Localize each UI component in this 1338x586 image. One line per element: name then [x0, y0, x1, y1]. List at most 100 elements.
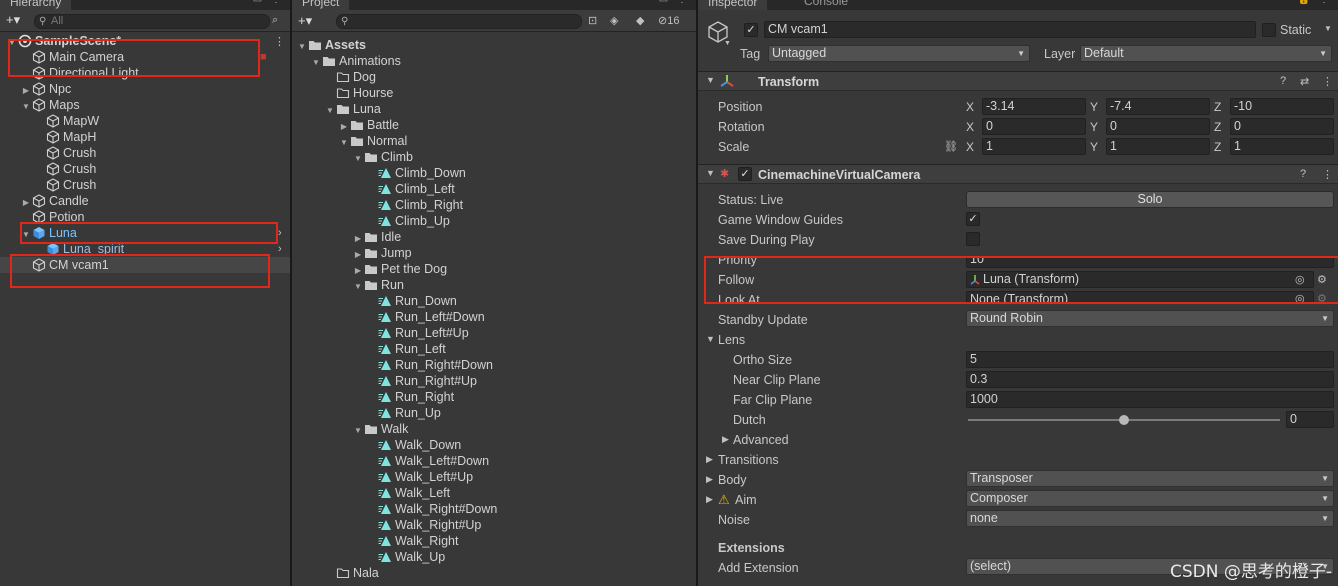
hierarchy-item[interactable]: ▼ SampleScene*: [0, 33, 290, 49]
chevron-right-icon[interactable]: ›: [278, 227, 282, 239]
project-item[interactable]: Dog: [292, 69, 376, 85]
lens-label[interactable]: Lens: [718, 333, 745, 347]
foldout-down-icon[interactable]: ▼: [706, 334, 715, 344]
object-picker-icon[interactable]: ◎: [1295, 273, 1305, 286]
tab-inspector[interactable]: Inspector: [698, 0, 768, 10]
project-item[interactable]: ▼ Animations: [292, 53, 401, 69]
project-item[interactable]: ▼ Normal: [292, 133, 407, 149]
standby-dropdown[interactable]: Round Robin ▼: [966, 310, 1334, 327]
foldout-right-icon[interactable]: ▶: [706, 494, 713, 505]
hierarchy-search-input[interactable]: ⚲ All: [34, 14, 270, 29]
project-item[interactable]: Run_Down: [292, 293, 457, 309]
scale-x-field[interactable]: 1: [982, 138, 1086, 155]
component-menu-icon[interactable]: ⋮: [1322, 75, 1333, 88]
save-during-play-checkbox[interactable]: [966, 232, 980, 246]
rotation-y-field[interactable]: 0: [1106, 118, 1210, 135]
advanced-label[interactable]: Advanced: [733, 433, 789, 447]
active-checkbox[interactable]: ✓: [744, 23, 758, 37]
project-item[interactable]: ▼ Climb: [292, 149, 413, 165]
hierarchy-item[interactable]: ▼ Luna: [0, 225, 290, 241]
solo-button[interactable]: Solo: [966, 191, 1334, 208]
create-icon[interactable]: +▾: [298, 13, 312, 29]
foldout-down-icon[interactable]: ▼: [706, 75, 715, 85]
hierarchy-item[interactable]: Potion: [0, 209, 290, 225]
project-item[interactable]: Walk_Left#Up: [292, 469, 473, 485]
project-item[interactable]: Walk_Right#Up: [292, 517, 481, 533]
hierarchy-item[interactable]: MapW: [0, 113, 290, 129]
dutch-slider-handle[interactable]: [1119, 415, 1129, 425]
rotation-z-field[interactable]: 0: [1230, 118, 1334, 135]
aim-label[interactable]: Aim: [735, 493, 757, 507]
rotation-x-field[interactable]: 0: [982, 118, 1086, 135]
project-item[interactable]: ▶ Jump: [292, 245, 412, 261]
hierarchy-item[interactable]: ▼ Maps: [0, 97, 290, 113]
foldout-right-icon[interactable]: ▶: [706, 474, 713, 485]
project-item[interactable]: Run_Left#Up: [292, 325, 469, 341]
position-y-field[interactable]: -7.4: [1106, 98, 1210, 115]
foldout-right-icon[interactable]: ▶: [706, 454, 713, 465]
axis-z-label[interactable]: Z: [1214, 140, 1221, 154]
hidden-packages-icon[interactable]: ⊘16: [658, 14, 679, 27]
project-item[interactable]: ▼ Run: [292, 277, 404, 293]
project-item[interactable]: Climb_Down: [292, 165, 466, 181]
foldout-down-icon[interactable]: ▼: [706, 168, 715, 178]
project-item[interactable]: ▼ Luna: [292, 101, 381, 117]
vcam-enabled-checkbox[interactable]: ✓: [738, 167, 752, 181]
dutch-field[interactable]: 0: [1286, 411, 1334, 428]
static-checkbox[interactable]: [1262, 23, 1276, 37]
hierarchy-item[interactable]: MapH: [0, 129, 290, 145]
search-by-type-icon[interactable]: ⊡: [588, 14, 597, 27]
vcam-header[interactable]: ▼ ✱ ✓ CinemachineVirtualCamera ? ⋮: [698, 164, 1338, 184]
project-item[interactable]: Run_Right#Down: [292, 357, 493, 373]
near-clip-field[interactable]: 0.3: [966, 371, 1334, 388]
transform-header[interactable]: ▼ Transform ? ⇄ ⋮: [698, 71, 1338, 91]
tab-hierarchy[interactable]: Hierarchy: [0, 0, 72, 10]
axis-x-label[interactable]: X: [966, 140, 974, 154]
panel-menu-icon[interactable]: 🔒 ⋮: [1298, 0, 1332, 5]
hierarchy-item[interactable]: Directional Light: [0, 65, 290, 81]
help-icon[interactable]: ?: [1280, 75, 1286, 87]
axis-z-label[interactable]: Z: [1214, 100, 1221, 114]
project-item[interactable]: ▶ Battle: [292, 117, 399, 133]
aim-dropdown[interactable]: Composer ▼: [966, 490, 1334, 507]
noise-dropdown[interactable]: none ▼: [966, 510, 1334, 527]
project-item[interactable]: Climb_Right: [292, 197, 463, 213]
body-dropdown[interactable]: Transposer ▼: [966, 470, 1334, 487]
game-window-guides-checkbox[interactable]: ✓: [966, 212, 980, 226]
tag-dropdown[interactable]: Untagged ▼: [768, 45, 1030, 62]
panel-menu-icon[interactable]: ▭ ⋮: [659, 0, 690, 5]
project-item[interactable]: Climb_Left: [292, 181, 455, 197]
scene-menu-icon[interactable]: ⋮: [274, 35, 285, 48]
project-item[interactable]: Walk_Right: [292, 533, 458, 549]
hierarchy-item[interactable]: Crush: [0, 161, 290, 177]
project-item[interactable]: Nala: [292, 565, 379, 581]
project-item[interactable]: Run_Up: [292, 405, 441, 421]
project-item[interactable]: Walk_Up: [292, 549, 445, 565]
project-item[interactable]: Climb_Up: [292, 213, 450, 229]
object-name-field[interactable]: CM vcam1: [764, 21, 1256, 38]
hierarchy-item[interactable]: Luna_spirit: [0, 241, 290, 257]
project-item[interactable]: Hourse: [292, 85, 393, 101]
static-dropdown-icon[interactable]: ▼: [1324, 24, 1332, 33]
lookat-field[interactable]: None (Transform): [966, 291, 1314, 303]
filter-by-label-icon[interactable]: ◈: [610, 14, 618, 27]
scale-z-field[interactable]: 1: [1230, 138, 1334, 155]
far-clip-field[interactable]: 1000: [966, 391, 1334, 408]
tag-icon[interactable]: ◆: [636, 14, 644, 27]
chevron-right-icon[interactable]: ›: [278, 243, 282, 255]
position-x-field[interactable]: -3.14: [982, 98, 1086, 115]
axis-y-label[interactable]: Y: [1090, 120, 1098, 134]
foldout-right-icon[interactable]: ▶: [722, 434, 729, 445]
project-search-input[interactable]: ⚲: [336, 14, 582, 29]
axis-x-label[interactable]: X: [966, 100, 974, 114]
transitions-label[interactable]: Transitions: [718, 453, 779, 467]
project-item[interactable]: Run_Left#Down: [292, 309, 485, 325]
axis-y-label[interactable]: Y: [1090, 100, 1098, 114]
project-item[interactable]: Run_Right#Up: [292, 373, 477, 389]
project-item[interactable]: Walk_Right#Down: [292, 501, 497, 517]
hierarchy-item[interactable]: Crush: [0, 177, 290, 193]
position-z-field[interactable]: -10: [1230, 98, 1334, 115]
axis-z-label[interactable]: Z: [1214, 120, 1221, 134]
hierarchy-item[interactable]: Crush: [0, 145, 290, 161]
project-item[interactable]: Run_Left: [292, 341, 446, 357]
